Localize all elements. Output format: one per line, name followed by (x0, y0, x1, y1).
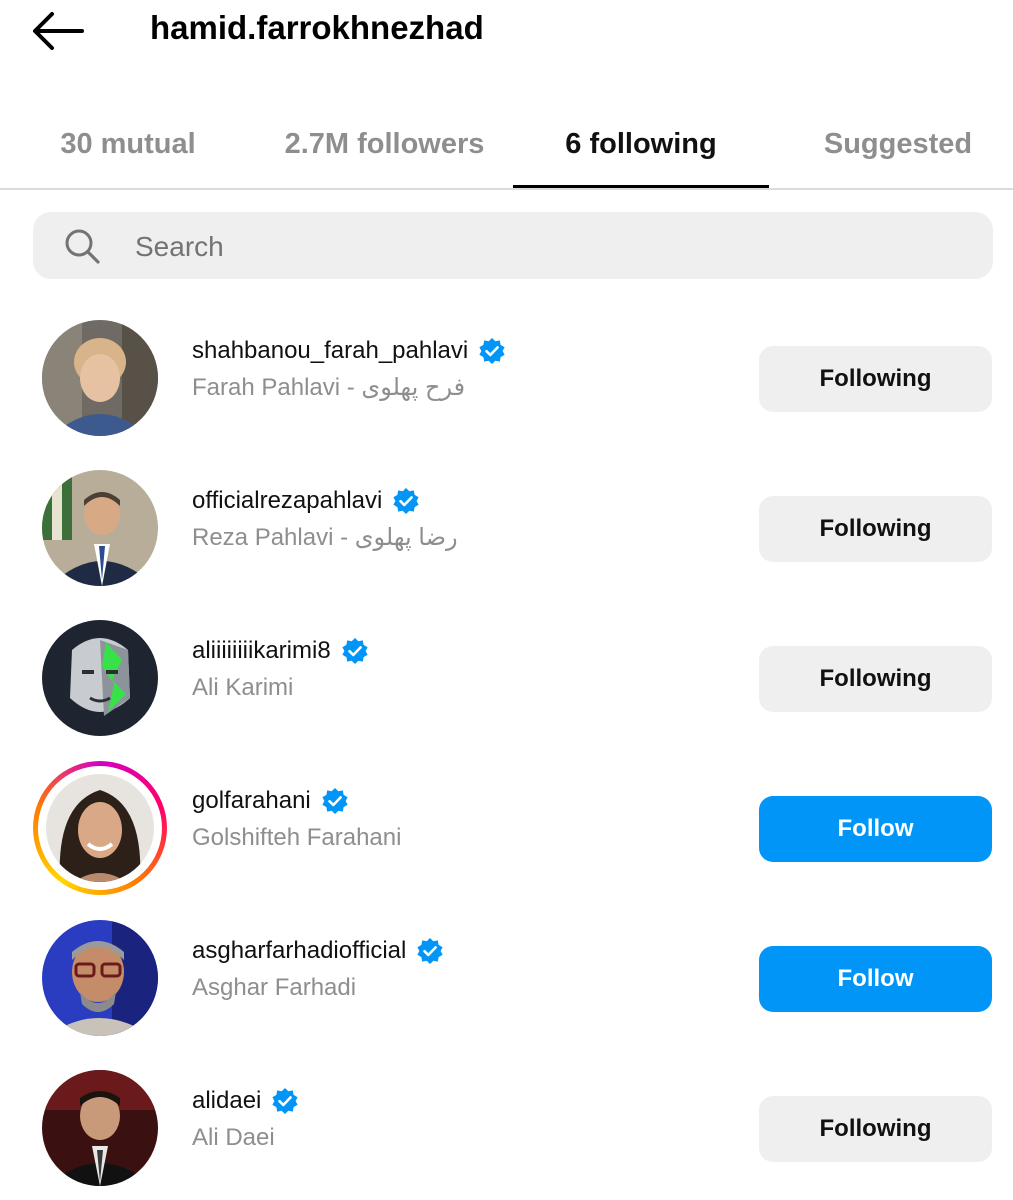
username[interactable]: officialrezapahlavi (192, 487, 382, 515)
search-bar[interactable] (33, 212, 993, 281)
avatar[interactable] (42, 320, 158, 436)
verified-badge-icon (417, 938, 443, 964)
list-item[interactable]: asgharfarhadiofficial Asghar Farhadi Fol… (0, 920, 1013, 1070)
tab-suggested[interactable]: Suggested (769, 100, 1013, 188)
back-button[interactable] (28, 8, 88, 54)
active-tab-indicator (513, 185, 769, 188)
following-button[interactable]: Following (759, 646, 992, 712)
tab-mutual[interactable]: 30 mutual (0, 100, 256, 188)
arrow-left-icon (33, 12, 84, 50)
username[interactable]: golfarahani (192, 787, 311, 815)
search-icon (65, 229, 100, 264)
full-name: Asghar Farhadi (192, 974, 357, 1001)
verified-badge-icon (342, 638, 368, 664)
avatar[interactable] (42, 470, 158, 586)
verified-badge-icon (272, 1088, 298, 1114)
list-item[interactable]: officialrezapahlavi Reza Pahlavi - رضا پ… (0, 470, 1013, 620)
tab-following[interactable]: 6 following (513, 100, 769, 188)
verified-badge-icon (479, 338, 505, 364)
verified-badge-icon (322, 788, 348, 814)
following-button[interactable]: Following (759, 346, 992, 412)
verified-badge-icon (393, 488, 419, 514)
list-item[interactable]: shahbanou_farah_pahlavi Farah Pahlavi - … (0, 320, 1013, 470)
following-button[interactable]: Following (759, 496, 992, 562)
following-screen: hamid.farrokhnezhad 30 mutual 2.7M follo… (0, 0, 1013, 1200)
full-name: Reza Pahlavi - رضا پهلوی (192, 524, 458, 551)
username[interactable]: asgharfarhadiofficial (192, 937, 406, 965)
search-input[interactable] (133, 212, 957, 281)
username[interactable]: shahbanou_farah_pahlavi (192, 337, 468, 365)
avatar[interactable] (42, 920, 158, 1036)
username[interactable]: alidaei (192, 1087, 261, 1115)
follow-button[interactable]: Follow (759, 796, 992, 862)
avatar[interactable] (42, 620, 158, 736)
profile-username-title: hamid.farrokhnezhad (150, 9, 484, 46)
list-item[interactable]: alidaei Ali Daei Following (0, 1070, 1013, 1200)
list-item[interactable]: aliiiiiiiikarimi8 Ali Karimi Following (0, 620, 1013, 770)
tab-followers[interactable]: 2.7M followers (256, 100, 513, 188)
avatar[interactable] (33, 761, 167, 895)
follow-button[interactable]: Follow (759, 946, 992, 1012)
list-item[interactable]: golfarahani Golshifteh Farahani Follow (0, 761, 1013, 920)
following-button[interactable]: Following (759, 1096, 992, 1162)
header: hamid.farrokhnezhad (0, 0, 1013, 60)
username[interactable]: aliiiiiiiikarimi8 (192, 637, 331, 665)
full-name: Ali Karimi (192, 674, 294, 701)
avatar[interactable] (42, 1070, 158, 1186)
tab-bar: 30 mutual 2.7M followers 6 following Sug… (0, 100, 1013, 190)
full-name: Farah Pahlavi - فرح پهلوی (192, 374, 466, 401)
full-name: Golshifteh Farahani (192, 824, 402, 851)
full-name: Ali Daei (192, 1124, 275, 1151)
